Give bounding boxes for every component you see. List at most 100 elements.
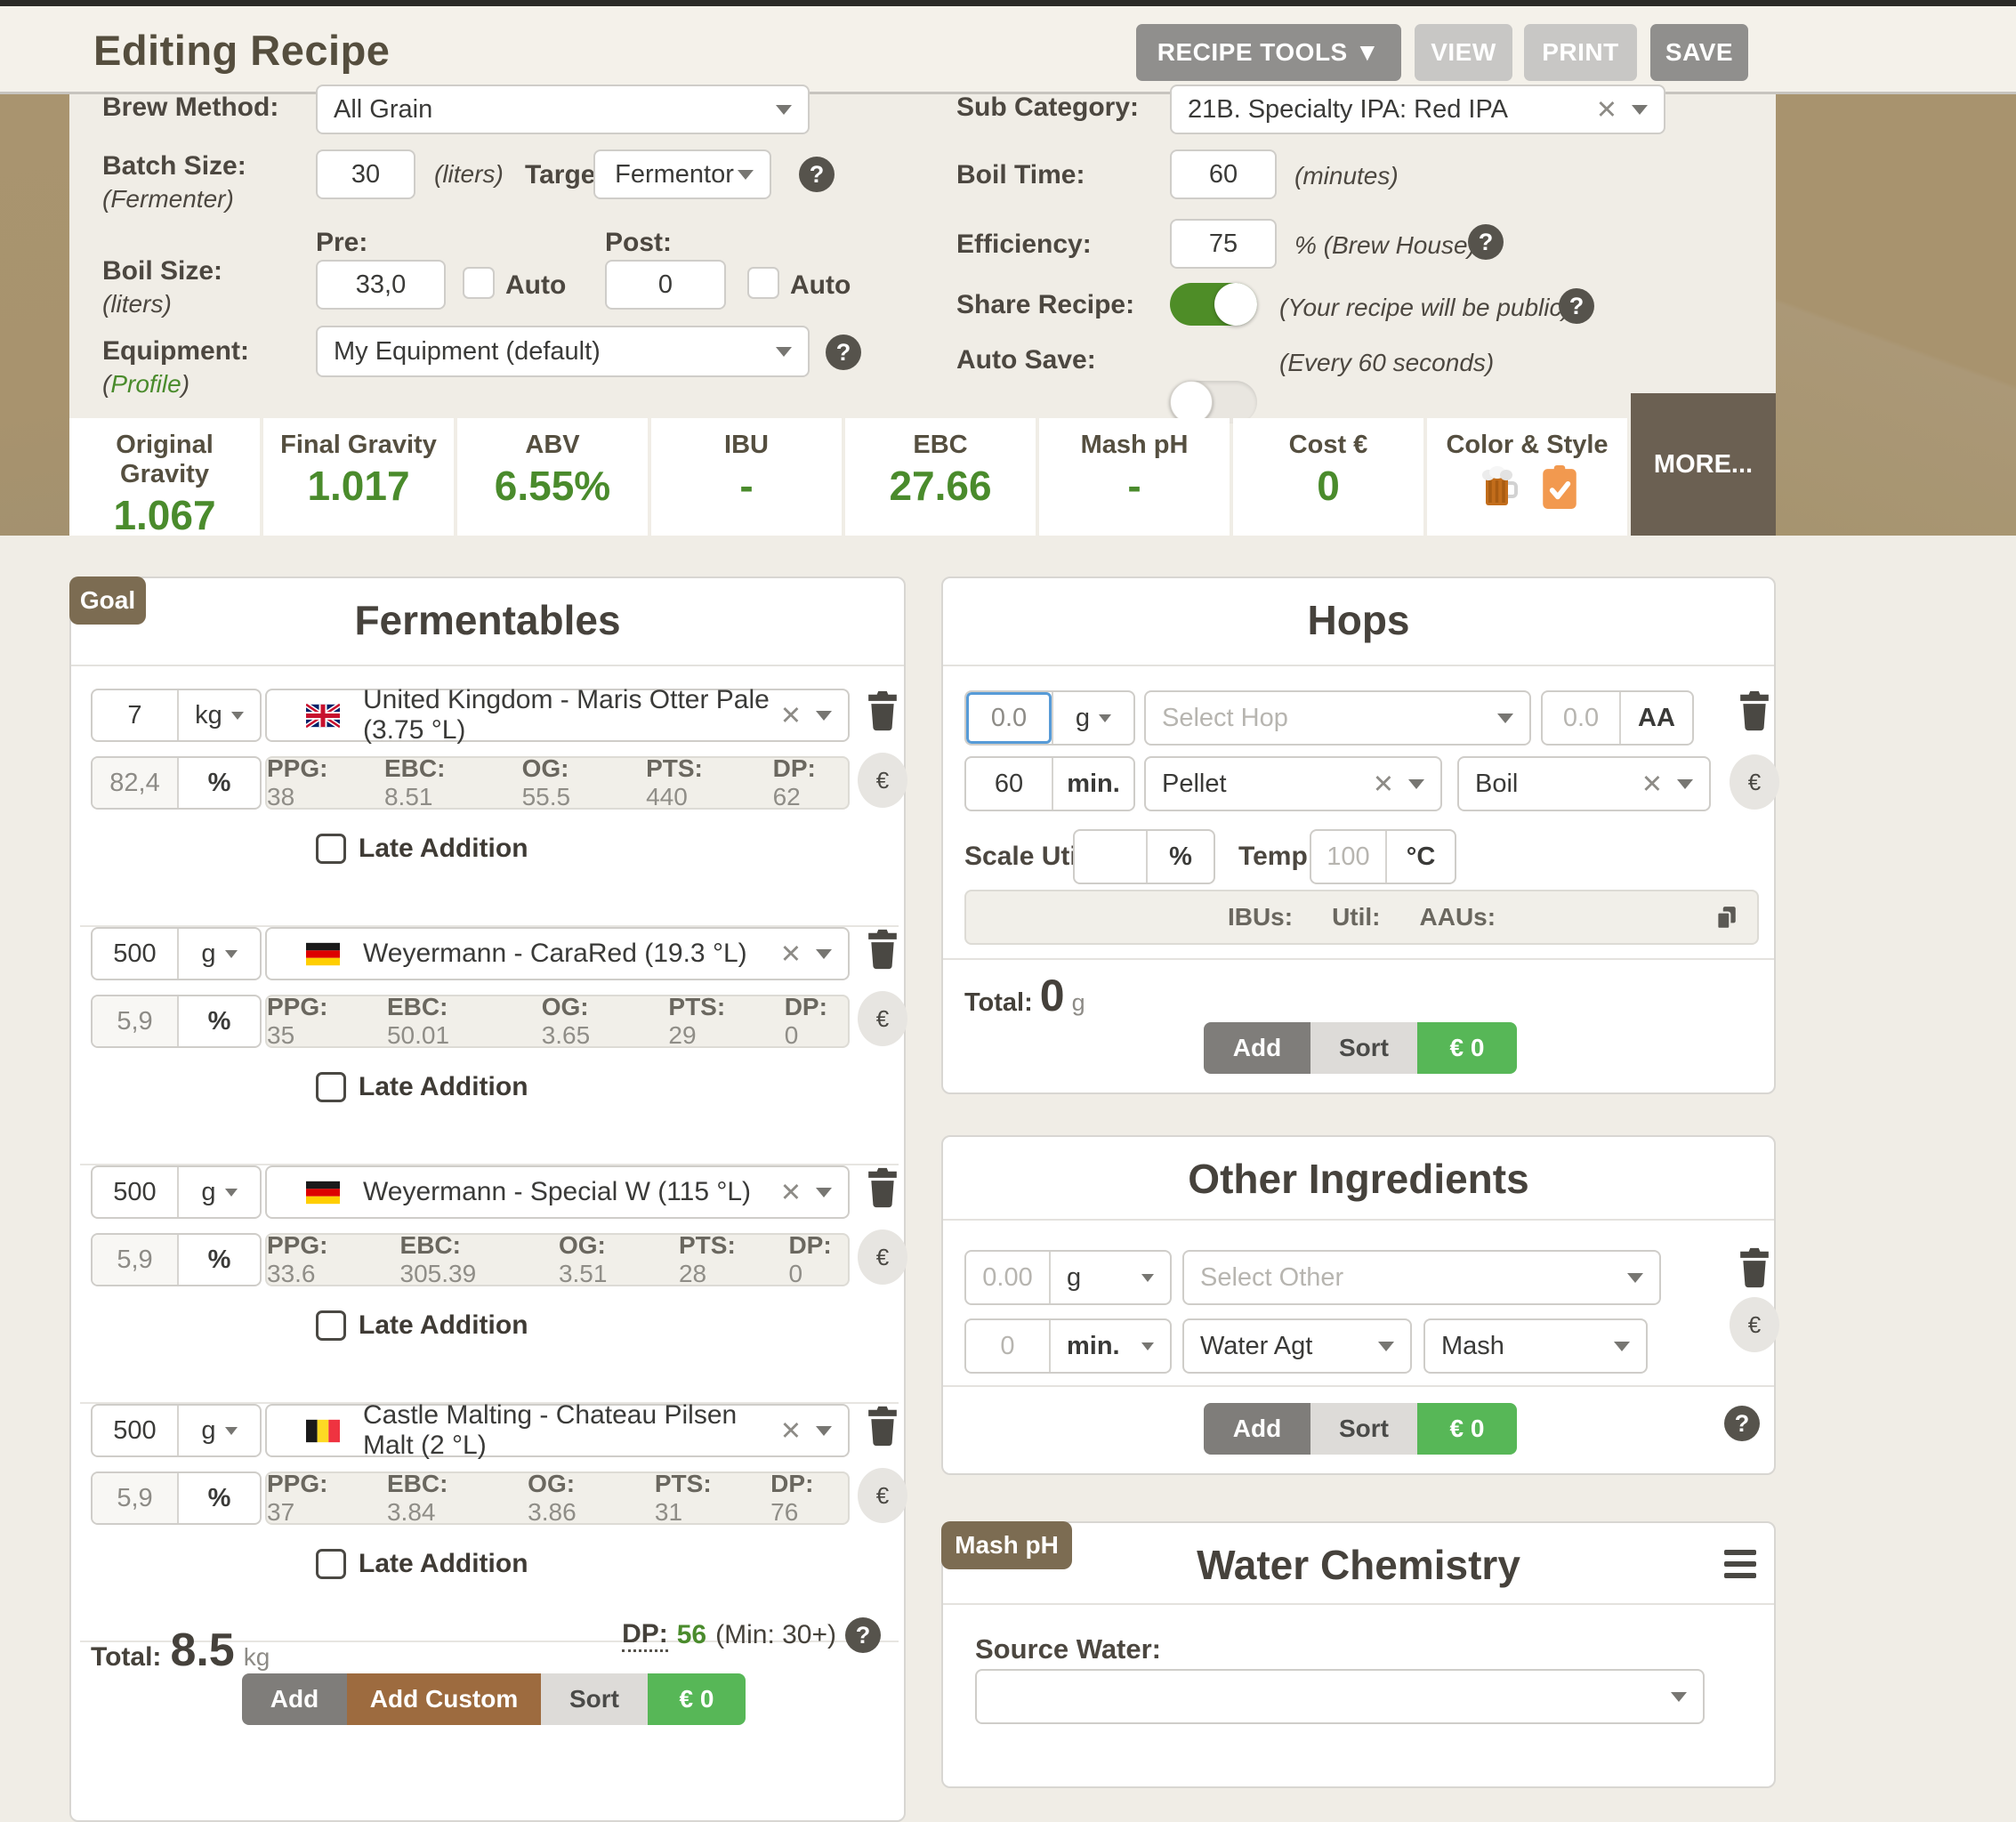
unit-select[interactable]: g	[177, 1167, 260, 1217]
other-amount-input[interactable]: 0.00	[966, 1252, 1049, 1303]
euro-cost-button[interactable]: €	[858, 991, 907, 1046]
delete-icon[interactable]	[866, 1167, 899, 1208]
temp-input[interactable]: 100	[1311, 831, 1385, 883]
fermentable-percent-control[interactable]: 5,9 %	[91, 1233, 262, 1286]
clear-icon[interactable]: ✕	[1373, 769, 1394, 800]
add-custom-fermentable-button[interactable]: Add Custom	[347, 1673, 541, 1725]
other-time-input[interactable]: 0	[966, 1320, 1049, 1372]
style-clipboard-icon[interactable]	[1541, 465, 1578, 510]
amount-input[interactable]: 500	[93, 929, 177, 979]
share-recipe-toggle[interactable]	[1170, 283, 1257, 326]
brew-method-select[interactable]: All Grain	[316, 85, 810, 134]
fermentables-cost-button[interactable]: € 0	[648, 1673, 746, 1725]
percent-input[interactable]: 82,4	[93, 758, 177, 808]
copy-icon[interactable]	[1714, 906, 1738, 931]
euro-cost-button[interactable]: €	[1730, 1297, 1779, 1352]
hop-use-select[interactable]: Boil ✕	[1457, 756, 1711, 811]
late-addition-option[interactable]: Late Addition	[316, 834, 528, 864]
other-type-select[interactable]: Water Agt	[1182, 1318, 1412, 1374]
temp-control[interactable]: 100 °C	[1310, 829, 1456, 884]
other-amount-control[interactable]: 0.00 g	[964, 1250, 1172, 1305]
euro-cost-button[interactable]: €	[858, 1468, 907, 1523]
fermentable-percent-control[interactable]: 82,4 %	[91, 756, 262, 810]
fermentable-select[interactable]: Weyermann - CaraRed (19.3 °L) ✕	[265, 927, 850, 980]
fermentable-select[interactable]: United Kingdom - Maris Otter Pale (3.75 …	[265, 689, 850, 742]
hop-time-control[interactable]: 60 min.	[964, 756, 1135, 811]
sub-category-select[interactable]: 21B. Specialty IPA: Red IPA ✕	[1170, 85, 1665, 134]
efficiency-input[interactable]: 75	[1170, 219, 1277, 269]
goal-badge[interactable]: Goal	[69, 576, 146, 625]
clear-icon[interactable]: ✕	[1596, 94, 1617, 125]
hop-select[interactable]: Select Hop	[1144, 690, 1531, 746]
other-time-unit-select[interactable]: min.	[1049, 1320, 1170, 1372]
hop-aa-input[interactable]: 0.0	[1543, 692, 1619, 744]
boil-post-auto-checkbox[interactable]	[747, 267, 779, 299]
unit-select[interactable]: g	[177, 1406, 260, 1455]
print-button[interactable]: PRINT	[1524, 24, 1637, 81]
scale-util-input[interactable]	[1075, 831, 1146, 883]
other-time-control[interactable]: 0 min.	[964, 1318, 1172, 1374]
fermentable-select[interactable]: Weyermann - Special W (115 °L) ✕	[265, 1165, 850, 1219]
sort-other-button[interactable]: Sort	[1310, 1403, 1417, 1455]
equipment-profile-link[interactable]: Profile	[110, 370, 181, 398]
target-select[interactable]: Fermentor	[593, 149, 771, 199]
clear-icon[interactable]: ✕	[780, 939, 802, 970]
other-unit-select[interactable]: g	[1049, 1252, 1170, 1303]
delete-icon[interactable]	[866, 690, 899, 731]
fermentable-percent-control[interactable]: 5,9 %	[91, 995, 262, 1048]
late-addition-option[interactable]: Late Addition	[316, 1310, 528, 1341]
sort-fermentables-button[interactable]: Sort	[541, 1673, 648, 1725]
hop-type-select[interactable]: Pellet ✕	[1144, 756, 1442, 811]
more-stats-button[interactable]: MORE...	[1631, 393, 1776, 536]
fermentable-amount-control[interactable]: 7 kg	[91, 689, 262, 742]
source-water-select[interactable]	[975, 1669, 1705, 1724]
equipment-help-icon[interactable]: ?	[826, 335, 861, 370]
add-hop-button[interactable]: Add	[1204, 1022, 1310, 1074]
late-addition-checkbox[interactable]	[316, 1310, 346, 1341]
fermentable-percent-control[interactable]: 5,9 %	[91, 1471, 262, 1525]
share-help-icon[interactable]: ?	[1559, 288, 1594, 324]
fermentable-select[interactable]: Castle Malting - Chateau Pilsen Malt (2 …	[265, 1404, 850, 1457]
euro-cost-button[interactable]: €	[858, 753, 907, 808]
delete-icon[interactable]	[1738, 690, 1771, 731]
delete-icon[interactable]	[866, 929, 899, 970]
view-button[interactable]: VIEW	[1415, 24, 1512, 81]
scale-util-control[interactable]: %	[1073, 829, 1215, 884]
other-cost-button[interactable]: € 0	[1417, 1403, 1517, 1455]
euro-cost-button[interactable]: €	[1730, 754, 1779, 810]
delete-icon[interactable]	[866, 1406, 899, 1447]
other-use-select[interactable]: Mash	[1423, 1318, 1648, 1374]
euro-cost-button[interactable]: €	[858, 1229, 907, 1285]
late-addition-checkbox[interactable]	[316, 1072, 346, 1102]
late-addition-option[interactable]: Late Addition	[316, 1072, 528, 1102]
unit-select[interactable]: kg	[177, 690, 260, 740]
amount-input[interactable]: 500	[93, 1167, 177, 1217]
clear-icon[interactable]: ✕	[780, 1415, 802, 1447]
amount-input[interactable]: 7	[93, 690, 177, 740]
dp-help-icon[interactable]: ?	[845, 1617, 881, 1653]
batch-size-input[interactable]: 30	[316, 149, 415, 199]
efficiency-help-icon[interactable]: ?	[1468, 224, 1504, 260]
equipment-select[interactable]: My Equipment (default)	[316, 326, 810, 377]
hop-aa-control[interactable]: 0.0 AA	[1541, 690, 1694, 746]
late-addition-option[interactable]: Late Addition	[316, 1549, 528, 1579]
boil-pre-auto-checkbox[interactable]	[463, 267, 495, 299]
amount-input[interactable]: 500	[93, 1406, 177, 1455]
delete-icon[interactable]	[1738, 1247, 1771, 1288]
hop-amount-control[interactable]: 0.0 g	[964, 690, 1135, 746]
boil-size-pre-input[interactable]: 33,0	[316, 260, 446, 310]
save-button[interactable]: SAVE	[1650, 24, 1748, 81]
beer-mug-icon[interactable]	[1477, 465, 1520, 508]
mash-ph-badge[interactable]: Mash pH	[941, 1521, 1072, 1569]
late-addition-checkbox[interactable]	[316, 834, 346, 864]
auto-save-toggle[interactable]	[1170, 381, 1257, 423]
hop-time-input[interactable]: 60	[966, 758, 1052, 810]
recipe-tools-button[interactable]: RECIPE TOOLS ▼	[1136, 24, 1401, 81]
menu-icon[interactable]	[1724, 1550, 1756, 1578]
fermentable-amount-control[interactable]: 500 g	[91, 1165, 262, 1219]
boil-size-post-input[interactable]: 0	[605, 260, 726, 310]
fermentable-amount-control[interactable]: 500 g	[91, 1404, 262, 1457]
percent-input[interactable]: 5,9	[93, 1235, 177, 1285]
clear-icon[interactable]: ✕	[1641, 769, 1663, 800]
hop-amount-input[interactable]: 0.0	[966, 692, 1052, 744]
